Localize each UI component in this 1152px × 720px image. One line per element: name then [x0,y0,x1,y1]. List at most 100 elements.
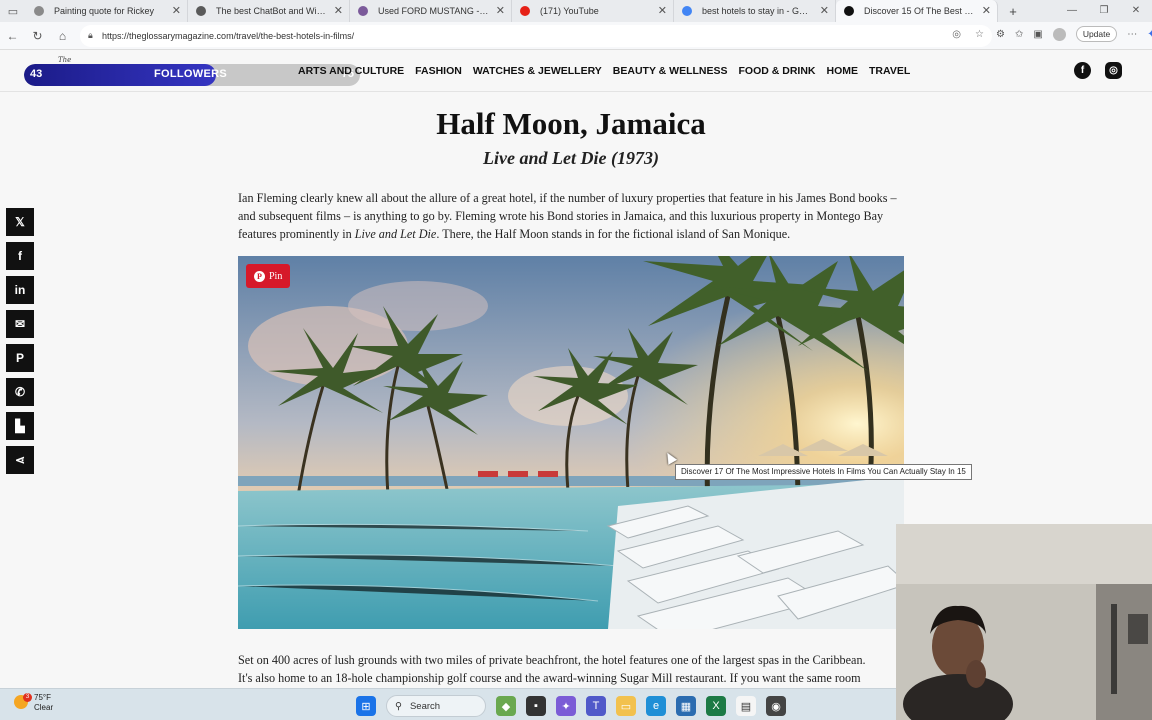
tab-actions-icon[interactable]: ▭ [0,0,26,22]
update-button[interactable]: Update [1075,26,1118,42]
extensions-icon[interactable]: ⚙ [996,29,1005,40]
task-view-icon[interactable]: ▪ [526,696,546,716]
weather-widget[interactable]: 3 75°F Clear [14,693,53,713]
browser-toolbar: ⚙ ✩ ▣ Update ⋯ ✦ [996,26,1152,42]
browser-tab-6-active[interactable]: Discover 15 Of The Best Hotels i ✕ [836,0,998,22]
second-paragraph: Set on 400 acres of lush grounds with tw… [238,652,898,688]
pinterest-share-icon[interactable]: P [6,344,34,372]
instagram-icon[interactable]: ◎ [1105,62,1122,79]
taskbar-search[interactable]: ⚲ Search [386,695,486,717]
followers-count: 43 [30,68,43,80]
share-rail: 𝕏 f in ✉ P ✆ ▙ ⋖ [6,208,34,480]
tab-title: best hotels to stay in - Google Se [702,6,813,16]
excel-icon[interactable]: X [706,696,726,716]
tab-favicon-icon [358,6,368,16]
film-title-italic: Live and Let Die [354,226,437,241]
x-twitter-share-icon[interactable]: 𝕏 [6,208,34,236]
menu-travel[interactable]: TRAVEL [869,65,910,77]
favorite-star-icon[interactable]: ☆ [975,29,984,40]
url-actions: ◎ ☆ [952,29,984,40]
facebook-icon[interactable]: f [1074,62,1091,79]
tab-favicon-icon [520,6,530,16]
home-icon[interactable]: ⌂ [50,29,75,43]
close-window-icon[interactable]: ✕ [1120,0,1152,22]
taskbar-icons: ⊞ ⚲ Search ◆ ▪ ✦ T ▭ e ▦ X ▤ ◉ [356,695,786,717]
para-text: . There, the Half Moon stands in for the… [436,226,791,241]
reader-icon[interactable]: ◎ [952,29,961,40]
windows-start-icon[interactable]: ⊞ [356,696,376,716]
tab-close-icon[interactable]: ✕ [496,4,505,17]
intro-paragraph: Ian Fleming clearly knew all about the a… [238,190,898,243]
menu-arts-and-culture[interactable]: ARTS AND CULTURE [298,65,404,77]
flipboard-share-icon[interactable]: ▙ [6,412,34,440]
tab-title: Painting quote for Rickey [54,6,155,16]
more-share-icon[interactable]: ⋖ [6,446,34,474]
back-icon[interactable]: ← [0,29,25,43]
email-share-icon[interactable]: ✉ [6,310,34,338]
site-navigation: The 43 FOLLOWERS 75 ARTS AND CULTURE FAS… [0,52,1152,92]
widgets-icon[interactable]: ◆ [496,696,516,716]
weather-temp: 75°F [34,693,51,702]
tab-close-icon[interactable]: ✕ [982,4,991,17]
browser-tab-strip: ▭ Painting quote for Rickey ✕ The best C… [0,0,1152,22]
hotel-photo-illustration [238,256,904,629]
webcam-feed-illustration [896,524,1152,720]
browser-tab-1[interactable]: Painting quote for Rickey ✕ [26,0,188,22]
main-menu: ARTS AND CULTURE FASHION WATCHES & JEWEL… [298,65,910,77]
minimize-icon[interactable]: — [1056,0,1088,22]
tab-close-icon[interactable]: ✕ [658,4,667,17]
file-explorer-icon[interactable]: ▭ [616,696,636,716]
url-input[interactable]: 🔒︎ https://theglossarymagazine.com/trave… [80,25,992,47]
copilot-icon[interactable]: ✦ [1147,29,1152,40]
whatsapp-share-icon[interactable]: ✆ [6,378,34,406]
menu-fashion[interactable]: FASHION [415,65,462,77]
tab-title: The best ChatBot and Widgets fo [216,6,327,16]
reload-icon[interactable]: ↻ [25,29,50,43]
profile-avatar[interactable] [1052,27,1066,41]
menu-food-drink[interactable]: FOOD & DRINK [739,65,816,77]
more-menu-icon[interactable]: ⋯ [1127,29,1137,40]
webcam-overlay [896,524,1152,720]
weather-badge: 3 [23,693,32,702]
section-title: Half Moon, Jamaica [436,106,706,141]
edge-icon[interactable]: e [646,696,666,716]
address-bar-row: ← ↻ ⌂ 🔒︎ https://theglossarymagazine.com… [0,22,1152,50]
browser-tab-4[interactable]: (171) YouTube ✕ [512,0,674,22]
search-label: Search [409,700,441,712]
url-text: https://theglossarymagazine.com/travel/t… [102,31,355,41]
menu-home[interactable]: HOME [827,65,859,77]
collections-icon[interactable]: ▣ [1033,29,1042,40]
linkedin-share-icon[interactable]: in [6,276,34,304]
tab-title: Discover 15 Of The Best Hotels i [864,6,975,16]
teams-icon[interactable]: T [586,696,606,716]
browser-tab-2[interactable]: The best ChatBot and Widgets fo ✕ [188,0,350,22]
favorites-icon[interactable]: ✩ [1015,29,1023,40]
tab-favicon-icon [682,6,692,16]
menu-watches-jewellery[interactable]: WATCHES & JEWELLERY [473,65,602,77]
facebook-share-icon[interactable]: f [6,242,34,270]
notepad-icon[interactable]: ▤ [736,696,756,716]
menu-beauty-wellness[interactable]: BEAUTY & WELLNESS [613,65,728,77]
tab-title: Used FORD MUSTANG - Aesop A [378,6,489,16]
social-links: f ◎ [1074,62,1122,79]
tab-favicon-icon [34,6,44,16]
pin-label: Pin [269,270,283,282]
maximize-icon[interactable]: ❐ [1088,0,1120,22]
tab-favicon-icon [844,6,854,16]
weather-condition: Clear [34,703,54,712]
browser-tab-3[interactable]: Used FORD MUSTANG - Aesop A ✕ [350,0,512,22]
chrome-icon[interactable]: ◉ [766,696,786,716]
site-logo[interactable]: The [58,56,71,64]
tab-close-icon[interactable]: ✕ [820,4,829,17]
store-icon[interactable]: ▦ [676,696,696,716]
windows-taskbar: 3 75°F Clear ⊞ ⚲ Search ◆ ▪ ✦ T ▭ e ▦ X … [0,688,896,720]
search-icon: ⚲ [395,700,402,712]
para-line: It's also home to an 18-hole championshi… [238,670,861,685]
film-subtitle: Live and Let Die (1973) [483,148,659,168]
pinterest-pin-button[interactable]: P Pin [246,264,291,288]
new-tab-icon[interactable]: + [1002,4,1024,19]
copilot-app-icon[interactable]: ✦ [556,696,576,716]
tab-close-icon[interactable]: ✕ [172,4,181,17]
browser-tab-5[interactable]: best hotels to stay in - Google Se ✕ [674,0,836,22]
tab-close-icon[interactable]: ✕ [334,4,343,17]
